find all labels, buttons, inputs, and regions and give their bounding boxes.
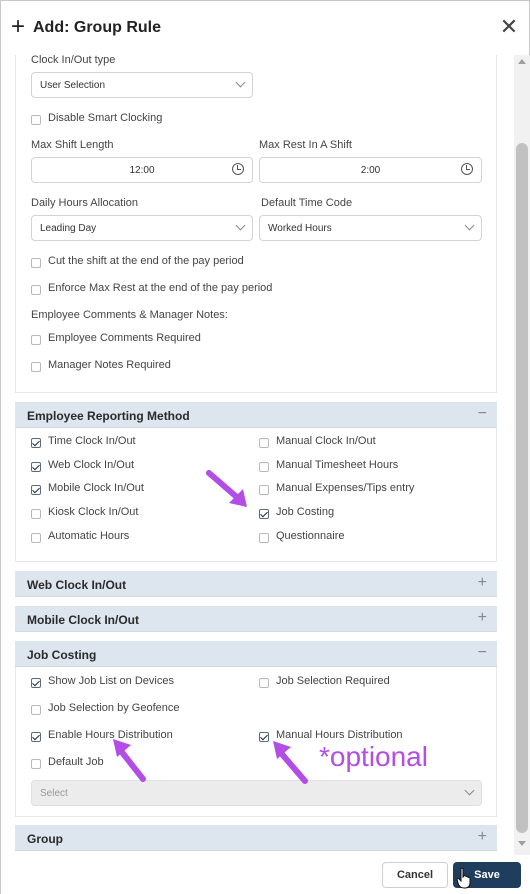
section-title: Mobile Clock In/Out <box>27 613 140 627</box>
job-selection-geofence-label: Job Selection by Geofence <box>48 702 180 714</box>
max-rest-label: Max Rest In A Shift <box>259 139 352 151</box>
reporting-option-label: Kiosk Clock In/Out <box>48 506 139 518</box>
chevron-down-icon <box>464 785 475 796</box>
scroll-up-icon[interactable] <box>518 59 526 64</box>
general-settings-card: Clock In/Out type User Selection Disable… <box>15 55 497 393</box>
clock-type-select[interactable]: User Selection <box>31 72 253 98</box>
reporting-option-label: Time Clock In/Out <box>48 435 136 447</box>
disable-smart-clocking-label: Disable Smart Clocking <box>48 112 163 124</box>
clock-type-value: User Selection <box>40 80 106 91</box>
max-shift-label: Max Shift Length <box>31 139 114 151</box>
reporting-option-label: Automatic Hours <box>48 530 130 542</box>
show-job-list-label: Show Job List on Devices <box>48 675 174 687</box>
max-rest-value: 2:00 <box>360 165 381 176</box>
section-title: Group <box>27 832 63 846</box>
daily-alloc-value: Leading Day <box>40 223 97 234</box>
employee-comments-checkbox[interactable] <box>31 335 41 345</box>
reporting-option-label: Questionnaire <box>276 530 345 542</box>
comments-notes-label: Employee Comments & Manager Notes: <box>31 309 228 321</box>
collapse-icon[interactable]: − <box>478 405 487 423</box>
default-time-code-value: Worked Hours <box>268 223 332 234</box>
reporting-card: Time Clock In/Out Web Clock In/Out Mobil… <box>15 428 497 562</box>
chevron-down-icon <box>235 220 246 231</box>
manual-timesheet-checkbox[interactable] <box>259 462 269 472</box>
dialog-footer <box>1 855 530 894</box>
reporting-option-label: Job Costing <box>276 506 335 518</box>
section-title: Web Clock In/Out <box>27 578 127 592</box>
default-job-label: Default Job <box>48 756 104 768</box>
mobile-clock-checkbox[interactable] <box>31 485 41 495</box>
job-costing-checkbox[interactable] <box>259 509 269 519</box>
questionnaire-checkbox[interactable] <box>259 533 269 543</box>
expand-icon[interactable]: + <box>478 574 487 592</box>
scrollbar-thumb[interactable] <box>516 143 528 833</box>
daily-alloc-label: Daily Hours Allocation <box>31 197 138 209</box>
dialog-title: Add: Group Rule <box>33 19 161 36</box>
plus-icon: + <box>11 13 26 40</box>
max-shift-input[interactable]: 12:00 <box>31 157 253 183</box>
job-selection-geofence-checkbox[interactable] <box>31 705 41 715</box>
annotation-arrow-icon <box>113 739 146 782</box>
vertical-scrollbar[interactable] <box>514 55 530 855</box>
daily-alloc-select[interactable]: Leading Day <box>31 215 253 241</box>
enable-hours-distribution-checkbox[interactable] <box>31 732 41 742</box>
chevron-down-icon <box>235 77 246 88</box>
reporting-option-label: Manual Clock In/Out <box>276 435 376 447</box>
collapse-icon[interactable]: − <box>478 644 487 662</box>
clock-type-label: Clock In/Out type <box>31 55 116 66</box>
section-job-costing[interactable]: Job Costing − <box>15 641 497 667</box>
reporting-option-label: Manual Expenses/Tips entry <box>276 482 415 494</box>
group-rule-dialog: + Add: Group Rule ✕ Clock In/Out type Us… <box>0 0 530 894</box>
max-shift-value: 12:00 <box>129 165 155 176</box>
reporting-option-label: Web Clock In/Out <box>48 459 134 471</box>
cancel-button[interactable]: Cancel <box>382 862 448 888</box>
hand-cursor-icon <box>456 867 471 889</box>
default-job-placeholder: Select <box>40 788 68 799</box>
automatic-hours-checkbox[interactable] <box>31 533 41 543</box>
manager-notes-label: Manager Notes Required <box>48 359 171 371</box>
enforce-max-rest-checkbox[interactable] <box>31 285 41 295</box>
show-job-list-checkbox[interactable] <box>31 678 41 688</box>
section-web-clock[interactable]: Web Clock In/Out + <box>15 571 497 597</box>
time-clock-checkbox[interactable] <box>31 438 41 448</box>
clock-icon[interactable] <box>461 163 473 175</box>
manual-hours-distribution-checkbox[interactable] <box>259 732 269 742</box>
manual-expenses-checkbox[interactable] <box>259 485 269 495</box>
close-icon[interactable]: ✕ <box>499 16 519 38</box>
web-clock-checkbox[interactable] <box>31 462 41 472</box>
job-selection-required-label: Job Selection Required <box>276 675 390 687</box>
reporting-option-label: Mobile Clock In/Out <box>48 482 144 494</box>
reporting-option-label: Manual Timesheet Hours <box>276 459 399 471</box>
cut-shift-label: Cut the shift at the end of the pay peri… <box>48 255 244 267</box>
cut-shift-checkbox[interactable] <box>31 258 41 268</box>
default-time-code-select[interactable]: Worked Hours <box>259 215 482 241</box>
job-selection-required-checkbox[interactable] <box>259 678 269 688</box>
section-group[interactable]: Group + <box>15 825 497 851</box>
max-rest-input[interactable]: 2:00 <box>259 157 482 183</box>
section-title: Job Costing <box>27 648 97 662</box>
dialog-body: Clock In/Out type User Selection Disable… <box>15 55 513 855</box>
annotation-arrow-icon <box>206 470 247 507</box>
enforce-max-rest-label: Enforce Max Rest at the end of the pay p… <box>48 282 273 294</box>
expand-icon[interactable]: + <box>478 609 487 627</box>
disable-smart-clocking-checkbox[interactable] <box>31 115 41 125</box>
scroll-down-icon[interactable] <box>518 841 526 846</box>
clock-icon[interactable] <box>232 163 244 175</box>
section-title: Employee Reporting Method <box>27 409 190 423</box>
default-time-code-label: Default Time Code <box>261 197 353 209</box>
section-employee-reporting-method[interactable]: Employee Reporting Method − <box>15 402 497 428</box>
kiosk-clock-checkbox[interactable] <box>31 509 41 519</box>
default-job-checkbox[interactable] <box>31 759 41 769</box>
default-job-select: Select <box>31 780 482 806</box>
chevron-down-icon <box>464 220 475 231</box>
expand-icon[interactable]: + <box>478 828 487 846</box>
annotation-optional-text: *optional <box>319 741 428 772</box>
section-mobile-clock[interactable]: Mobile Clock In/Out + <box>15 606 497 632</box>
dialog-header: + Add: Group Rule ✕ <box>1 1 530 55</box>
manual-clock-checkbox[interactable] <box>259 438 269 448</box>
manager-notes-checkbox[interactable] <box>31 362 41 372</box>
employee-comments-label: Employee Comments Required <box>48 332 201 344</box>
annotation-arrow-icon <box>273 741 308 784</box>
